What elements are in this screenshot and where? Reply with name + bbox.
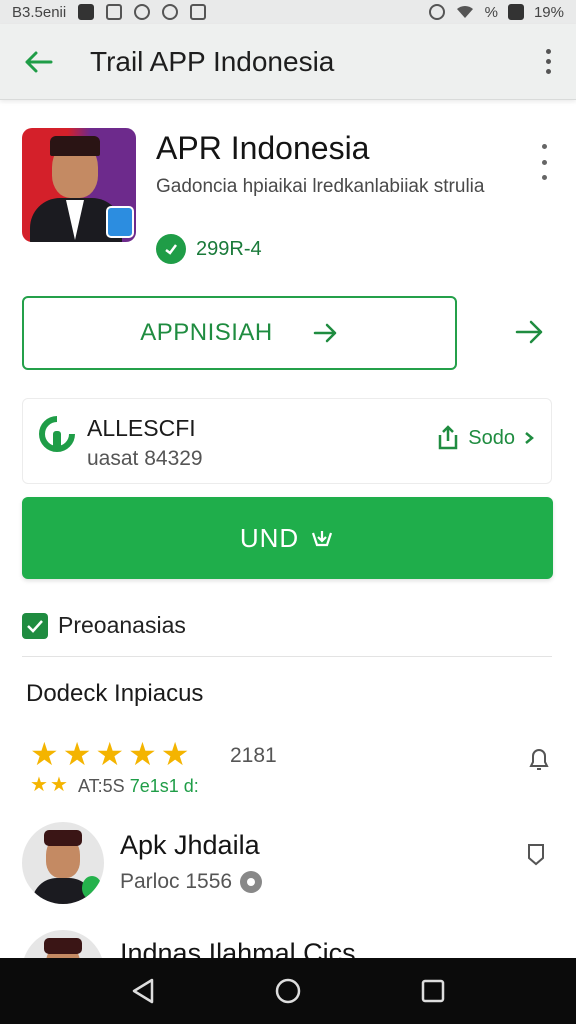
rating-breakdown-prefix: AT:5S — [78, 776, 130, 796]
outline-button-label: APPNISIAH — [140, 319, 273, 346]
overflow-menu-button[interactable] — [538, 42, 558, 82]
shield-icon — [39, 416, 75, 452]
next-button[interactable] — [510, 312, 550, 352]
app-bar: Trail APP Indonesia — [0, 24, 576, 100]
install-button-label: UND — [239, 522, 300, 553]
wifi-icon — [456, 5, 473, 18]
page-title: Trail APP Indonesia — [90, 45, 335, 77]
share-label: Sodo — [468, 426, 515, 449]
review-name: Indnas Ilahmal Cics — [120, 938, 356, 958]
install-button[interactable]: UND — [22, 497, 553, 579]
app-icon — [22, 128, 136, 242]
nav-back-button[interactable] — [123, 971, 163, 1011]
share-button[interactable]: Sodo — [436, 425, 535, 451]
status-right: % 19% — [428, 3, 564, 21]
review-meta: Parloc 1556 — [120, 870, 263, 894]
star-icon: ★ — [62, 736, 92, 772]
section-title: Dodeck Inpiacus — [26, 680, 204, 707]
nav-home-button[interactable] — [268, 971, 308, 1011]
alert-title: ALLESCFI — [87, 415, 196, 441]
status-dot-icon — [82, 876, 102, 900]
share-icon — [439, 425, 458, 450]
chevron-right-icon — [525, 432, 534, 444]
info-icon — [240, 871, 263, 893]
rating-row: 299R-4 — [156, 234, 262, 264]
app-subtitle: Gadoncia hpiaikai lredkanlabiiak strulia — [156, 176, 485, 197]
square-recents-icon — [422, 979, 445, 1003]
hat-shape — [44, 938, 82, 954]
check-icon — [27, 619, 43, 633]
rating-icon — [156, 234, 186, 264]
battery-icon — [507, 4, 524, 20]
arrow-left-icon — [25, 51, 53, 72]
star-icon: ★ — [30, 736, 59, 772]
mini-star-rating: ★ ★ — [30, 774, 68, 796]
download-icon — [312, 531, 333, 547]
signal-text: % — [484, 3, 498, 21]
list-item[interactable]: Indnas Ilahmal Cics — [22, 930, 552, 958]
outline-button[interactable]: APPNISIAH — [22, 296, 457, 370]
image-icon — [190, 4, 207, 20]
circle-home-icon — [275, 978, 301, 1004]
dollar-icon — [162, 4, 179, 20]
notification-icon — [78, 4, 95, 20]
dot-icon — [545, 49, 551, 54]
alarm-icon — [428, 4, 445, 20]
status-bar: B3.5enii % 19% — [0, 0, 576, 24]
bell-icon[interactable] — [527, 746, 551, 772]
star-icon: ★ — [160, 736, 190, 772]
battery-percent: 19% — [533, 3, 564, 21]
checkbox-row[interactable]: Preoanasias — [22, 612, 186, 639]
status-left: B3.5enii — [12, 3, 207, 21]
review-meta-text: Parloc 1556 — [120, 870, 233, 893]
dot-icon — [545, 69, 551, 74]
rating-breakdown-highlight: 7e1s1 d: — [129, 776, 199, 796]
dot-icon — [541, 159, 547, 165]
star-icon: ★ — [128, 736, 157, 772]
dot-icon — [541, 144, 547, 149]
arrow-right-icon — [313, 323, 337, 343]
hat-shape — [50, 136, 100, 156]
status-text: B3.5enii — [12, 3, 67, 21]
arrow-right-icon — [515, 320, 543, 344]
badge-icon — [106, 206, 134, 238]
list-item[interactable]: Apk Jhdaila Parloc 1556 — [22, 822, 552, 912]
rating-text: 299R-4 — [196, 237, 262, 260]
back-button[interactable] — [18, 42, 58, 82]
avatar — [22, 930, 104, 958]
checkbox[interactable] — [22, 612, 48, 639]
rating-breakdown: AT:5S 7e1s1 d: — [78, 776, 199, 797]
bookmark-icon — [106, 4, 123, 20]
star-icon: ★ — [95, 736, 125, 772]
rating-count: 2181 — [230, 744, 277, 767]
review-name: Apk Jhdaila — [120, 830, 260, 860]
nav-recents-button[interactable] — [413, 971, 453, 1011]
alert-card: ALLESCFI uasat 84329 Sodo — [22, 398, 552, 484]
dot-icon — [541, 175, 547, 180]
triangle-back-icon — [132, 978, 153, 1004]
checkbox-label: Preoanasias — [58, 612, 186, 638]
dot-icon — [545, 59, 551, 64]
hat-shape — [44, 830, 82, 846]
star-icon: ★ — [30, 774, 48, 796]
star-icon: ★ — [49, 774, 68, 796]
star-rating: ★ ★ ★ ★ ★ — [30, 738, 189, 770]
app-header: APR Indonesia Gadoncia hpiaikai lredkanl… — [22, 128, 562, 278]
flag-icon[interactable] — [526, 842, 546, 868]
header-more-button[interactable] — [536, 144, 552, 180]
divider — [22, 656, 552, 657]
avatar — [22, 822, 104, 904]
navigation-bar — [0, 958, 576, 1024]
sync-icon — [134, 4, 151, 20]
alert-subtitle: uasat 84329 — [87, 447, 203, 470]
app-name: APR Indonesia — [156, 130, 370, 166]
